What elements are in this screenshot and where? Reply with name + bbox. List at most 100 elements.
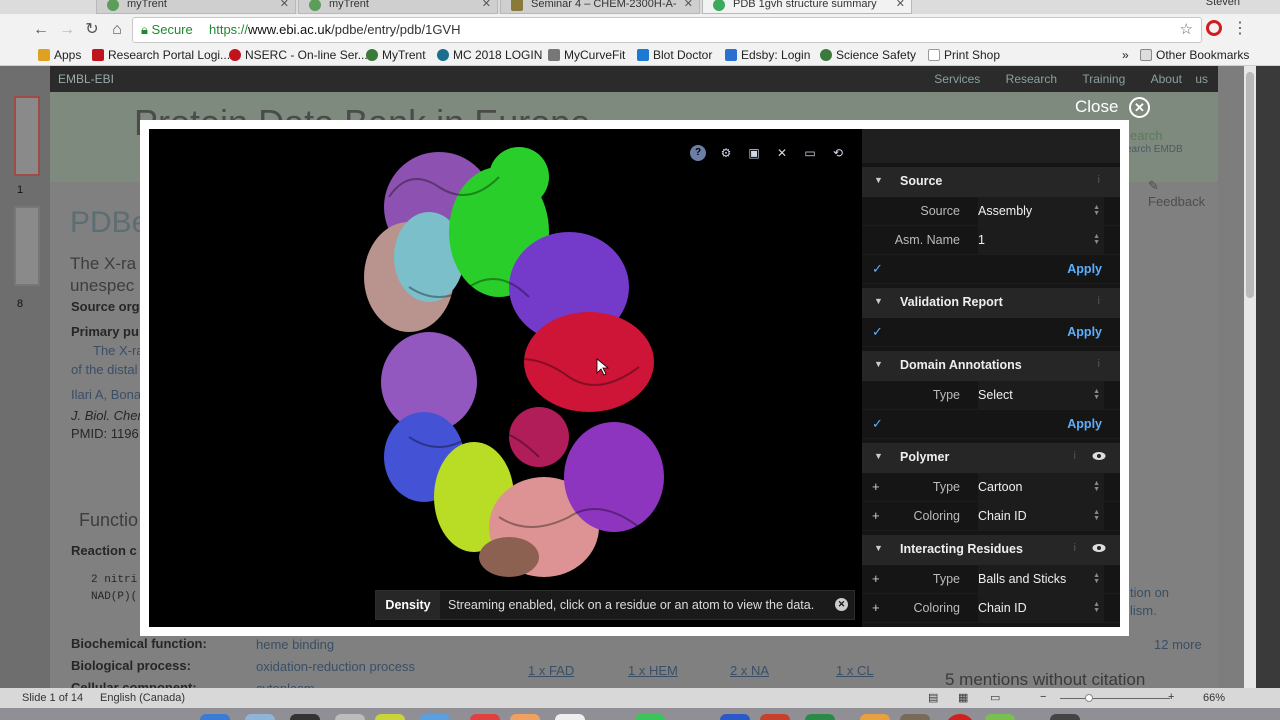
collapse-triangle-icon[interactable]: ▼ bbox=[874, 175, 883, 185]
biological-process-link[interactable]: oxidation-reduction process bbox=[256, 659, 415, 674]
finder-dock-icon[interactable] bbox=[200, 714, 230, 720]
language-indicator[interactable]: English (Canada) bbox=[100, 692, 185, 704]
close-toast-icon[interactable]: ✕ bbox=[835, 598, 848, 611]
domain-apply-button[interactable]: Apply bbox=[1067, 417, 1102, 431]
info-icon[interactable]: i bbox=[1098, 358, 1100, 370]
section-domain-annotations[interactable]: ▼ Domain Annotations i bbox=[862, 351, 1120, 381]
bookmark-research-portal[interactable]: Research Portal Logi... bbox=[92, 48, 230, 62]
excel-dock-icon[interactable] bbox=[805, 714, 835, 720]
reload-icon[interactable]: ↻ bbox=[81, 19, 103, 41]
home-icon[interactable]: ⌂ bbox=[106, 19, 128, 41]
section-validation-report[interactable]: ▼ Validation Report i bbox=[862, 288, 1120, 318]
collapse-triangle-icon[interactable]: ▼ bbox=[874, 359, 883, 369]
preview-dock-icon[interactable] bbox=[335, 714, 365, 720]
validation-apply-button[interactable]: Apply bbox=[1067, 325, 1102, 339]
browser-menu-icon[interactable]: ⋮ bbox=[1232, 18, 1248, 38]
polymer-coloring-select[interactable]: Chain ID ▲ ▼ bbox=[978, 502, 1104, 530]
reset-view-icon[interactable]: ⟲ bbox=[830, 145, 846, 161]
collapse-triangle-icon[interactable]: ▼ bbox=[874, 296, 883, 306]
info-icon[interactable]: i bbox=[1074, 450, 1076, 462]
layout-icon[interactable]: ▭ bbox=[802, 145, 818, 161]
messages-dock-icon[interactable] bbox=[635, 714, 665, 720]
visibility-eye-icon[interactable] bbox=[1092, 451, 1106, 461]
bookmark-edsby[interactable]: Edsby: Login bbox=[725, 48, 810, 62]
bookmark-mycurvefit[interactable]: MyCurveFit bbox=[548, 48, 625, 62]
publication-link[interactable]: The X-ra bbox=[93, 343, 144, 358]
interacting-coloring-select[interactable]: Chain ID ▲ ▼ bbox=[978, 594, 1104, 622]
bookmark-blot-doctor[interactable]: Blot Doctor bbox=[637, 48, 712, 62]
source-select[interactable]: Assembly ▲ ▼ bbox=[978, 197, 1104, 225]
ebi-logo[interactable]: EMBL-EBI bbox=[58, 72, 114, 86]
ligand-fad-link[interactable]: 1 x FAD bbox=[528, 663, 574, 678]
slide-thumbnail-2[interactable] bbox=[14, 206, 40, 286]
tab-mytrent-1[interactable]: myTrent ✕ bbox=[96, 0, 296, 14]
polymer-type-select[interactable]: Cartoon ▲ ▼ bbox=[978, 473, 1104, 501]
tab-close-icon[interactable]: ✕ bbox=[482, 0, 491, 13]
biochemical-function-link[interactable]: heme binding bbox=[256, 637, 334, 652]
powerpoint-dock-icon[interactable] bbox=[760, 714, 790, 720]
zoom-out-icon[interactable]: − bbox=[1040, 691, 1046, 703]
search-emdb-link[interactable]: earch EMDB bbox=[1126, 144, 1183, 155]
ebi-nav-training[interactable]: Training bbox=[1082, 72, 1125, 86]
address-bar[interactable]: 🔒︎ Secure https://www.ebi.ac.uk/pdbe/ent… bbox=[132, 17, 1202, 43]
section-interacting-residues[interactable]: ▼ Interacting Residues i bbox=[862, 535, 1120, 565]
more-link[interactable]: 12 more bbox=[1154, 637, 1202, 652]
ebi-nav-research[interactable]: Research bbox=[1006, 72, 1057, 86]
collapse-triangle-icon[interactable]: ▼ bbox=[874, 451, 883, 461]
photos-dock-icon[interactable] bbox=[510, 714, 540, 720]
domain-type-select[interactable]: Select ▲ ▼ bbox=[978, 381, 1104, 409]
tab-pdb[interactable]: PDB 1gvh structure summary ✕ bbox=[702, 0, 912, 14]
close-circle-icon[interactable]: ✕ bbox=[1129, 97, 1150, 118]
normal-view-icon[interactable]: ▤ bbox=[928, 691, 938, 704]
asm-name-select[interactable]: 1 ▲ ▼ bbox=[978, 226, 1104, 254]
forward-arrow-icon[interactable]: → bbox=[56, 19, 78, 41]
page-scrollbar[interactable] bbox=[1244, 66, 1256, 688]
bookmark-mytrent[interactable]: MyTrent bbox=[366, 48, 426, 62]
protein-structure-render[interactable] bbox=[349, 137, 689, 587]
camera-icon[interactable]: ▣ bbox=[746, 145, 762, 161]
settings-gear-icon[interactable]: ⚙ bbox=[718, 145, 734, 161]
ligand-cl-link[interactable]: 1 x CL bbox=[836, 663, 874, 678]
collapse-triangle-icon[interactable]: ▼ bbox=[874, 543, 883, 553]
search-button[interactable]: earch bbox=[1130, 128, 1163, 143]
authors-link[interactable]: Ilari A, Bona bbox=[71, 387, 141, 402]
zoom-level[interactable]: 66% bbox=[1203, 692, 1225, 704]
app-dock-icon-2[interactable] bbox=[900, 714, 930, 720]
reading-view-icon[interactable]: ▭ bbox=[990, 691, 1000, 704]
url-text[interactable]: https://www.ebi.ac.uk/pdbe/entry/pdb/1GV… bbox=[209, 18, 460, 42]
bookmark-star-icon[interactable]: ☆ bbox=[1180, 18, 1193, 42]
info-icon[interactable]: i bbox=[1098, 174, 1100, 186]
source-apply-button[interactable]: Apply bbox=[1067, 262, 1102, 276]
trash-dock-icon[interactable] bbox=[1050, 714, 1080, 720]
notes-dock-icon[interactable] bbox=[555, 714, 585, 720]
ebi-nav-about[interactable]: About us bbox=[1151, 72, 1208, 86]
opera-extension-icon[interactable] bbox=[1206, 20, 1222, 36]
cellular-component-link[interactable]: cytoplasm bbox=[256, 681, 315, 688]
tools-icon[interactable]: ✕ bbox=[774, 145, 790, 161]
tab-mytrent-2[interactable]: myTrent ✕ bbox=[298, 0, 498, 14]
bookmark-print-shop[interactable]: Print Shop bbox=[928, 48, 1000, 62]
zoom-in-icon[interactable]: + bbox=[1168, 691, 1174, 703]
info-icon[interactable]: i bbox=[1074, 542, 1076, 554]
secure-indicator[interactable]: 🔒︎ Secure bbox=[141, 18, 193, 42]
chrome-dock-icon[interactable] bbox=[375, 714, 405, 720]
terminal-dock-icon[interactable] bbox=[290, 714, 320, 720]
expand-plus-icon[interactable]: + bbox=[872, 600, 880, 615]
feedback-link[interactable]: ✎ Feedback bbox=[1148, 178, 1218, 209]
profile-name[interactable]: Steven bbox=[1206, 0, 1240, 8]
launchpad-dock-icon[interactable] bbox=[245, 714, 275, 720]
interacting-type-select[interactable]: Balls and Sticks ▲ ▼ bbox=[978, 565, 1104, 593]
zoom-slider[interactable] bbox=[1060, 698, 1170, 699]
bookmark-mc2018[interactable]: MC 2018 LOGIN bbox=[437, 48, 542, 62]
tab-close-icon[interactable]: ✕ bbox=[280, 0, 289, 13]
app-dock-icon[interactable] bbox=[860, 714, 890, 720]
bookmark-nserc[interactable]: NSERC - On-line Ser... bbox=[229, 48, 368, 62]
opera-dock-icon[interactable] bbox=[945, 714, 975, 720]
expand-plus-icon[interactable]: + bbox=[872, 479, 880, 494]
ebi-nav-services[interactable]: Services bbox=[934, 72, 980, 86]
publication-link-2[interactable]: of the distal bbox=[71, 362, 138, 377]
back-arrow-icon[interactable]: ← bbox=[30, 19, 52, 41]
tab-close-icon[interactable]: ✕ bbox=[684, 0, 693, 13]
calendar-dock-icon[interactable] bbox=[470, 714, 500, 720]
help-icon[interactable]: ? bbox=[690, 145, 706, 161]
